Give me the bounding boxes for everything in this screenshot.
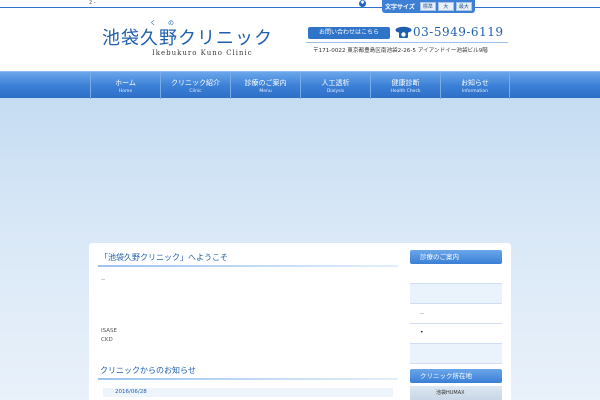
logo-title: 池袋久野クリニック xyxy=(102,28,273,49)
sidebar-item[interactable] xyxy=(410,284,502,304)
nav-item-information[interactable]: お知らせ Information xyxy=(440,72,510,99)
sidebar-item[interactable]: ‥ xyxy=(410,304,502,324)
clinic-logo[interactable]: く の 池袋久野クリニック Ikebukuro Kuno Clinic xyxy=(102,18,272,58)
map-thumbnail[interactable]: 池袋HUMAX xyxy=(410,386,502,400)
contact-divider xyxy=(306,42,508,43)
nav-sublabel: Home xyxy=(118,89,133,94)
clinic-address: 〒171-0022 東京都豊島区南池袋2-26-5 アイアンドイー池袋ビル9階 xyxy=(313,48,488,54)
welcome-text: ‥ xyxy=(101,275,106,282)
font-size-largest-button[interactable]: 最大 xyxy=(455,2,472,11)
sidebar-menu-heading[interactable]: 診療のご案内 xyxy=(410,250,502,264)
contact-box: お問い合わせはこちら 03-5949-6119 〒171-0022 東京都豊島区… xyxy=(306,25,508,59)
global-nav: ホーム Home クリニック紹介 Clinic 診療のご案内 Menu 人工透析… xyxy=(0,71,600,99)
nav-item-clinic[interactable]: クリニック紹介 Clinic xyxy=(160,72,230,99)
font-size-label: 文字サイズ xyxy=(385,4,415,11)
sidebar-item[interactable] xyxy=(410,264,502,284)
sidebar-menu-list: ‥ • xyxy=(410,264,502,364)
sidebar-item[interactable] xyxy=(410,344,502,364)
badge-icon[interactable]: ✱ xyxy=(359,0,366,7)
logo-english: Ikebukuro Kuno Clinic xyxy=(152,49,253,57)
nav-label: 診療のご案内 xyxy=(244,79,287,87)
sidebar: 診療のご案内 ‥ • クリニック所在地 池袋HUMAX xyxy=(410,250,502,400)
nav-label: ホーム xyxy=(115,79,136,87)
telephone-icon xyxy=(395,26,412,38)
nav-item-menu[interactable]: 診療のご案内 Menu xyxy=(230,72,300,99)
page-number: 2 - xyxy=(89,0,96,6)
font-size-standard-button[interactable]: 標準 xyxy=(419,2,436,11)
welcome-line-isase: ISASE xyxy=(101,328,117,334)
sidebar-location-heading[interactable]: クリニック所在地 xyxy=(410,369,502,383)
nav-label: 健康診断 xyxy=(391,79,420,87)
welcome-heading: 「池袋久野クリニック」へようこそ xyxy=(98,252,398,267)
nav-item-home[interactable]: ホーム Home xyxy=(90,72,160,99)
nav-sublabel: Health Check xyxy=(390,89,421,94)
nav-label: クリニック紹介 xyxy=(171,79,220,87)
news-date: 2016/06/28 xyxy=(103,388,393,397)
nav-sublabel: Information xyxy=(461,89,489,94)
font-size-large-button[interactable]: 大 xyxy=(437,2,454,11)
inquiry-button[interactable]: お問い合わせはこちら xyxy=(308,27,390,39)
nav-label: 人工透析 xyxy=(321,79,350,87)
font-size-switcher: 文字サイズ 標準 大 最大 xyxy=(382,0,475,13)
phone-number[interactable]: 03-5949-6119 xyxy=(413,25,503,39)
nav-label: お知らせ xyxy=(461,79,489,87)
sidebar-item[interactable]: • xyxy=(410,324,502,344)
nav-item-health-check[interactable]: 健康診断 Health Check xyxy=(370,72,440,99)
main-panel: 「池袋久野クリニック」へようこそ ‥ ISASE CKD クリニックからのお知ら… xyxy=(89,243,511,400)
nav-sublabel: Menu xyxy=(259,89,272,94)
nav-item-dialysis[interactable]: 人工透析 Dialysis xyxy=(300,72,370,99)
nav-sublabel: Clinic xyxy=(189,89,202,94)
top-bar: 2 - ✱ xyxy=(0,0,600,8)
welcome-line-ckd: CKD xyxy=(101,337,113,343)
nav-sublabel: Dialysis xyxy=(326,89,345,94)
news-heading: クリニックからのお知らせ xyxy=(98,365,398,380)
